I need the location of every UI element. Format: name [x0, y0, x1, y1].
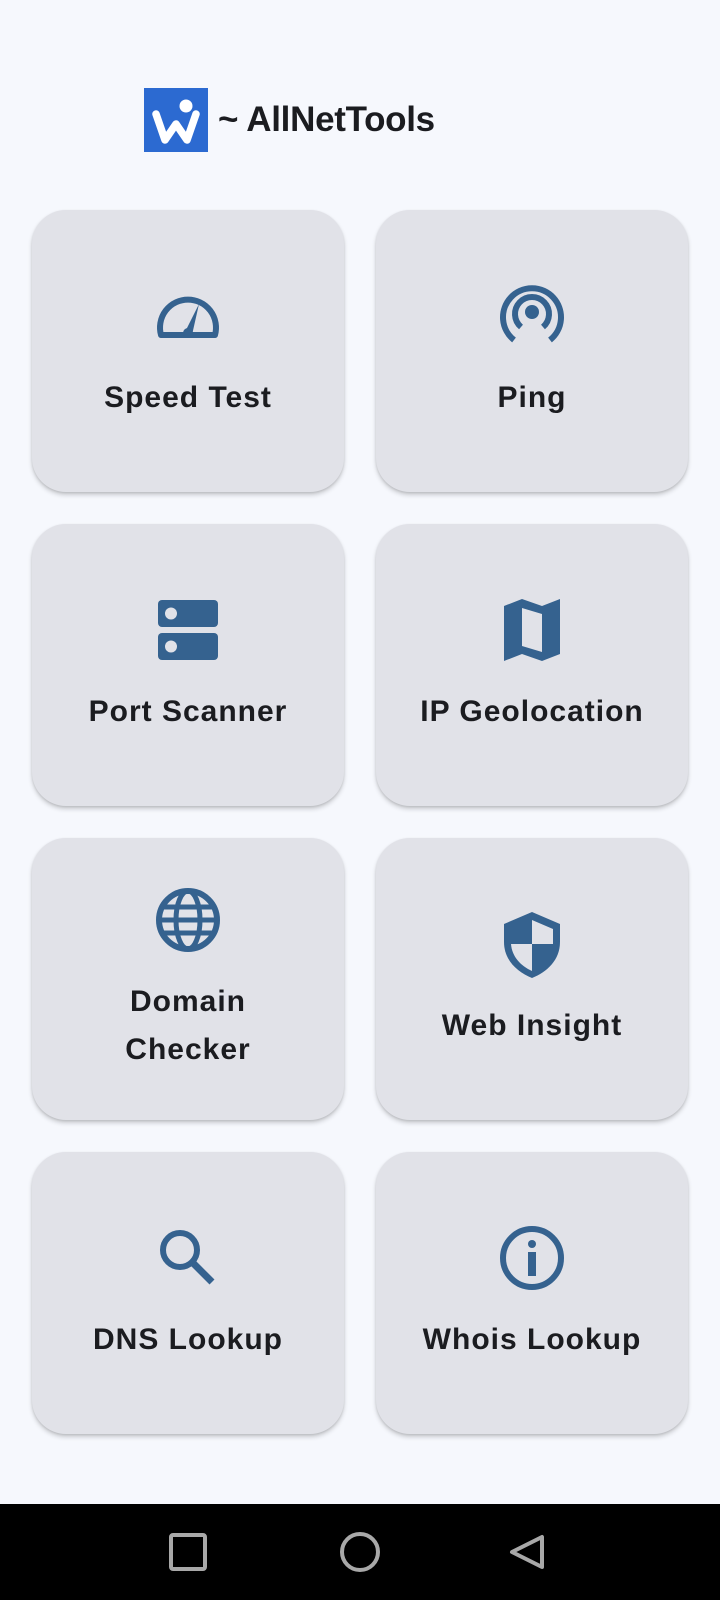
shield-icon — [496, 908, 568, 980]
system-nav-bar — [0, 1504, 720, 1600]
ping-card[interactable]: Ping — [376, 210, 688, 492]
port-scanner-card[interactable]: Port Scanner — [32, 524, 344, 806]
tool-label: DNS Lookup — [93, 1323, 283, 1356]
web-insight-card[interactable]: Web Insight — [376, 838, 688, 1120]
server-icon — [152, 594, 224, 666]
circle-icon — [340, 1532, 380, 1572]
recents-button[interactable] — [160, 1524, 216, 1580]
app-title: ~ AllNetTools — [218, 100, 435, 139]
tools-grid: Speed Test Ping Port Scanner IP Geolocat… — [32, 210, 688, 1434]
app-header: ~ AllNetTools — [144, 88, 435, 152]
map-icon — [496, 594, 568, 666]
tool-label: IP Geolocation — [420, 695, 644, 728]
search-icon — [152, 1222, 224, 1294]
back-button[interactable] — [500, 1524, 556, 1580]
tool-label: Whois Lookup — [422, 1323, 642, 1356]
ping-signal-icon — [496, 280, 568, 352]
tool-label: Port Scanner — [88, 695, 288, 728]
speedometer-icon — [152, 280, 224, 352]
square-icon — [169, 1533, 207, 1571]
triangle-back-icon — [510, 1535, 544, 1569]
tool-label: Web Insight — [441, 1009, 623, 1042]
speed-test-card[interactable]: Speed Test — [32, 210, 344, 492]
domain-checker-card[interactable]: Domain Checker — [32, 838, 344, 1120]
home-button[interactable] — [332, 1524, 388, 1580]
ip-geolocation-card[interactable]: IP Geolocation — [376, 524, 688, 806]
tool-label: Domain Checker — [125, 985, 251, 1066]
info-icon — [496, 1222, 568, 1294]
w-logo-icon — [152, 99, 200, 144]
tool-label: Ping — [497, 381, 567, 414]
tool-label: Speed Test — [104, 381, 272, 414]
dns-lookup-card[interactable]: DNS Lookup — [32, 1152, 344, 1434]
whois-lookup-card[interactable]: Whois Lookup — [376, 1152, 688, 1434]
globe-icon — [152, 884, 224, 956]
app-logo — [144, 88, 208, 152]
